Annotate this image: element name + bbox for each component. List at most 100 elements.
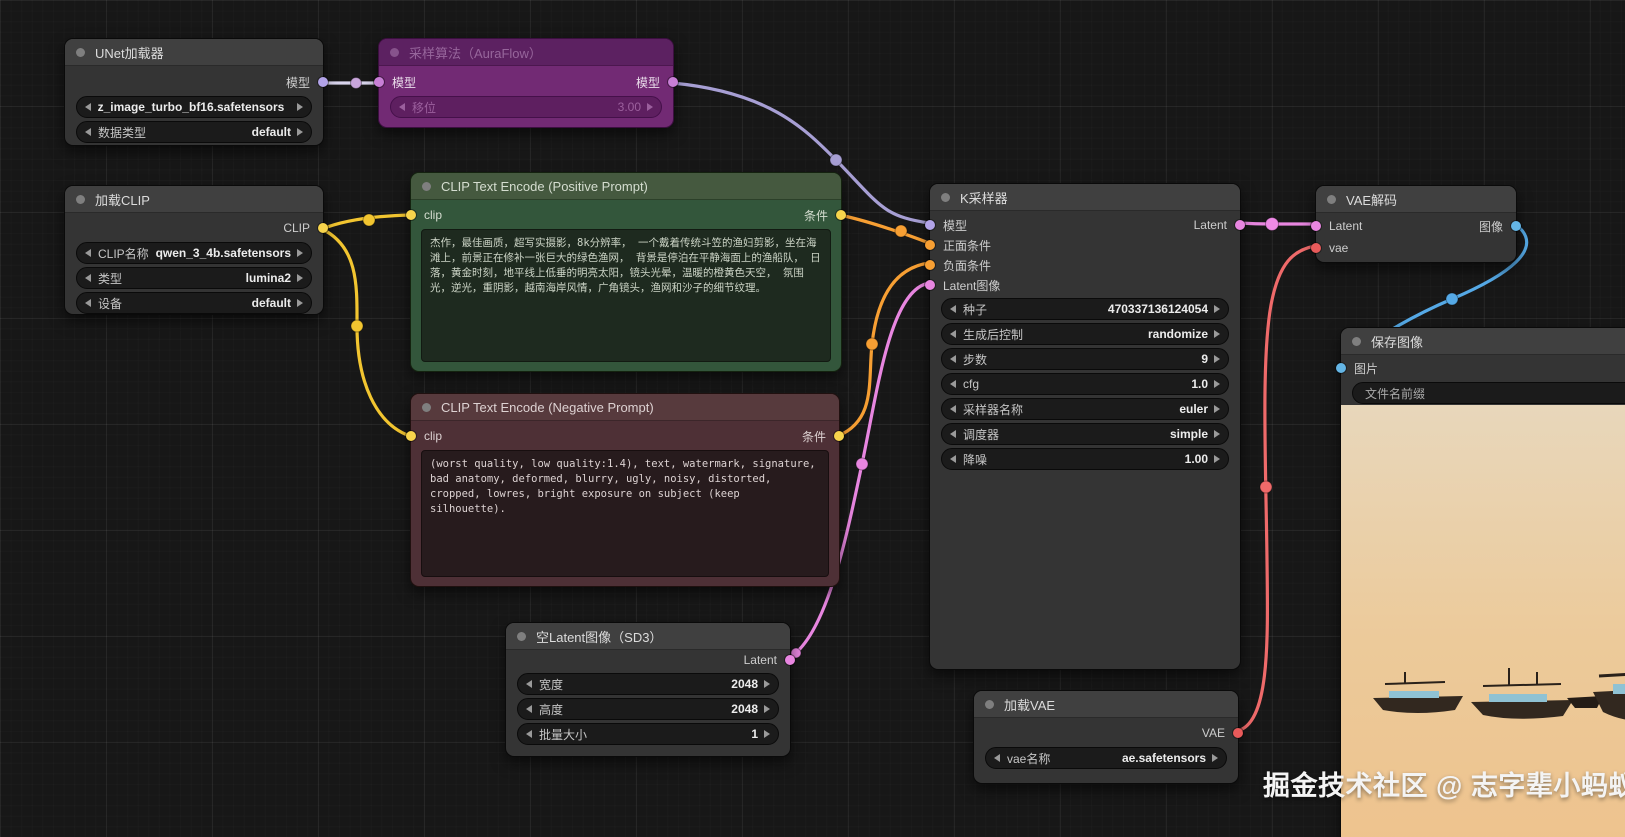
node-load-vae[interactable]: 加载VAE VAE vae名称 ae.safetensors [973, 690, 1239, 784]
port-vae-input[interactable] [1311, 243, 1321, 253]
positive-prompt-textarea[interactable]: 杰作，最佳画质，超写实摄影，8k分辨率， 一个戴着传统斗笠的渔妇剪影，坐在海滩上… [421, 229, 831, 362]
arrow-right-icon[interactable] [1214, 380, 1220, 388]
collapse-dot-icon[interactable] [76, 195, 85, 204]
port-clip-input[interactable] [406, 210, 416, 220]
arrow-left-icon[interactable] [526, 730, 532, 738]
reroute-dot[interactable] [1266, 218, 1279, 231]
arrow-right-icon[interactable] [1214, 455, 1220, 463]
arrow-left-icon[interactable] [85, 274, 91, 282]
weight-dtype-widget[interactable]: 数据类型 default [76, 121, 312, 143]
arrow-left-icon[interactable] [85, 249, 91, 257]
arrow-left-icon[interactable] [950, 430, 956, 438]
node-negative-prompt[interactable]: CLIP Text Encode (Negative Prompt) clip … [410, 393, 840, 587]
control-after-generate-widget[interactable]: 生成后控制 randomize [941, 323, 1229, 345]
arrow-left-icon[interactable] [526, 680, 532, 688]
port-image-input[interactable] [1336, 363, 1346, 373]
port-latent-input[interactable] [1311, 221, 1321, 231]
port-clip-input[interactable] [406, 431, 416, 441]
arrow-left-icon[interactable] [950, 405, 956, 413]
batch-size-widget[interactable]: 批量大小 1 [517, 723, 779, 745]
reroute-dot[interactable] [830, 154, 842, 166]
cfg-widget[interactable]: cfg 1.0 [941, 373, 1229, 395]
node-title-bar[interactable]: 采样算法（AuraFlow） [379, 39, 673, 66]
node-title-bar[interactable]: CLIP Text Encode (Negative Prompt) [411, 394, 839, 421]
collapse-dot-icon[interactable] [422, 403, 431, 412]
arrow-left-icon[interactable] [950, 455, 956, 463]
height-widget[interactable]: 高度 2048 [517, 698, 779, 720]
arrow-left-icon[interactable] [950, 380, 956, 388]
arrow-right-icon[interactable] [297, 103, 303, 111]
arrow-left-icon[interactable] [85, 103, 91, 111]
node-title-bar[interactable]: 加载VAE [974, 691, 1238, 718]
node-ksampler[interactable]: K采样器 模型 Latent 正面条件 负面条件 Latent图像 [929, 183, 1241, 670]
node-load-clip[interactable]: 加载CLIP CLIP CLIP名称 qwen_3_4b.safetensors… [64, 185, 324, 315]
node-vae-decode[interactable]: VAE解码 Latent 图像 vae [1315, 185, 1517, 263]
vae-name-widget[interactable]: vae名称 ae.safetensors [985, 747, 1227, 769]
node-title-bar[interactable]: 空Latent图像（SD3） [506, 623, 790, 650]
arrow-right-icon[interactable] [764, 705, 770, 713]
arrow-left-icon[interactable] [526, 705, 532, 713]
reroute-dot[interactable] [351, 320, 363, 332]
port-clip-output[interactable] [318, 223, 328, 233]
clip-type-widget[interactable]: 类型 lumina2 [76, 267, 312, 289]
reroute-dot[interactable] [363, 214, 375, 226]
port-conditioning-output[interactable] [836, 210, 846, 220]
arrow-right-icon[interactable] [764, 680, 770, 688]
unet-name-widget[interactable]: z_image_turbo_bf16.safetensors [76, 96, 312, 118]
node-title-bar[interactable]: 保存图像 [1341, 328, 1625, 355]
node-title-bar[interactable]: CLIP Text Encode (Positive Prompt) [411, 173, 841, 200]
port-latent-output[interactable] [1235, 220, 1245, 230]
arrow-right-icon[interactable] [1214, 305, 1220, 313]
arrow-right-icon[interactable] [1214, 430, 1220, 438]
node-title-bar[interactable]: VAE解码 [1316, 186, 1516, 213]
filename-prefix-widget[interactable]: 文件名前缀 [1352, 382, 1625, 404]
reroute-dot[interactable] [351, 78, 362, 89]
collapse-dot-icon[interactable] [76, 48, 85, 57]
device-widget[interactable]: 设备 default [76, 292, 312, 314]
arrow-left-icon[interactable] [994, 754, 1000, 762]
port-model-input[interactable] [925, 220, 935, 230]
arrow-right-icon[interactable] [297, 128, 303, 136]
arrow-right-icon[interactable] [297, 299, 303, 307]
port-positive-input[interactable] [925, 240, 935, 250]
node-positive-prompt[interactable]: CLIP Text Encode (Positive Prompt) clip … [410, 172, 842, 372]
arrow-right-icon[interactable] [764, 730, 770, 738]
node-title-bar[interactable]: UNet加载器 [65, 39, 323, 66]
collapse-dot-icon[interactable] [1327, 195, 1336, 204]
collapse-dot-icon[interactable] [985, 700, 994, 709]
collapse-dot-icon[interactable] [941, 193, 950, 202]
scheduler-widget[interactable]: 调度器 simple [941, 423, 1229, 445]
arrow-right-icon[interactable] [647, 103, 653, 111]
arrow-left-icon[interactable] [399, 103, 405, 111]
node-title-bar[interactable]: K采样器 [930, 184, 1240, 211]
port-latent-output[interactable] [785, 655, 795, 665]
node-canvas[interactable]: UNet加载器 模型 z_image_turbo_bf16.safetensor… [0, 0, 1625, 837]
port-image-output[interactable] [1511, 221, 1521, 231]
reroute-dot[interactable] [1446, 293, 1458, 305]
node-empty-latent-sd3[interactable]: 空Latent图像（SD3） Latent 宽度 2048 高度 2048 批 [505, 622, 791, 757]
arrow-right-icon[interactable] [1212, 754, 1218, 762]
width-widget[interactable]: 宽度 2048 [517, 673, 779, 695]
steps-widget[interactable]: 步数 9 [941, 348, 1229, 370]
reroute-dot[interactable] [866, 338, 878, 350]
seed-widget[interactable]: 种子 470337136124054 [941, 298, 1229, 320]
arrow-right-icon[interactable] [1214, 330, 1220, 338]
collapse-dot-icon[interactable] [390, 48, 399, 57]
arrow-left-icon[interactable] [950, 355, 956, 363]
arrow-left-icon[interactable] [950, 330, 956, 338]
arrow-left-icon[interactable] [85, 299, 91, 307]
port-vae-output[interactable] [1233, 728, 1243, 738]
negative-prompt-textarea[interactable]: (worst quality, low quality:1.4), text, … [421, 450, 829, 577]
reroute-dot[interactable] [856, 458, 868, 470]
shift-widget[interactable]: 移位 3.00 [390, 96, 662, 118]
arrow-right-icon[interactable] [297, 249, 303, 257]
node-save-image[interactable]: 保存图像 图片 文件名前缀 [1340, 327, 1625, 837]
port-conditioning-output[interactable] [834, 431, 844, 441]
arrow-right-icon[interactable] [1214, 405, 1220, 413]
denoise-widget[interactable]: 降噪 1.00 [941, 448, 1229, 470]
node-unet-loader[interactable]: UNet加载器 模型 z_image_turbo_bf16.safetensor… [64, 38, 324, 146]
collapse-dot-icon[interactable] [422, 182, 431, 191]
reroute-dot[interactable] [1260, 481, 1272, 493]
port-negative-input[interactable] [925, 260, 935, 270]
arrow-left-icon[interactable] [950, 305, 956, 313]
